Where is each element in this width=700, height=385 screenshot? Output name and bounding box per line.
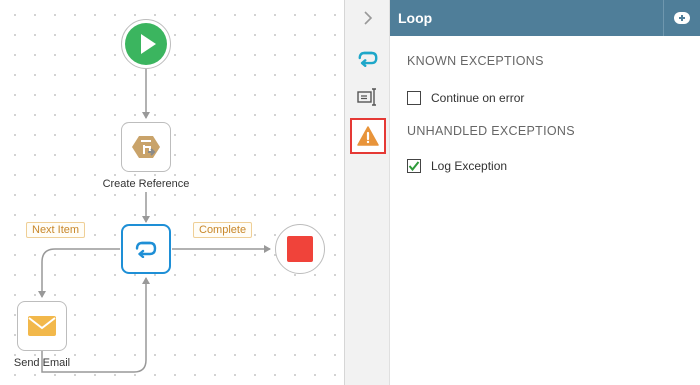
chevron-right-icon: [362, 11, 374, 25]
tab-exceptions[interactable]: [350, 118, 386, 154]
loop-icon: [134, 240, 158, 258]
play-icon: [124, 22, 168, 66]
add-button[interactable]: [663, 0, 700, 36]
stop-node[interactable]: [275, 224, 325, 274]
property-tab-rail: [345, 0, 390, 385]
next-item-path-label[interactable]: Next Item: [26, 222, 86, 238]
tab-loop-settings[interactable]: [350, 40, 386, 76]
collapse-panel-button[interactable]: [350, 0, 386, 36]
checkmark-icon: [408, 160, 420, 172]
panel-title: Loop: [398, 10, 433, 26]
send-email-label: Send Email: [13, 357, 71, 369]
create-reference-node[interactable]: [121, 122, 171, 172]
log-exception-label: Log Exception: [431, 159, 508, 173]
create-reference-label: Create Reference: [102, 178, 190, 190]
add-icon: [673, 11, 691, 25]
known-exceptions-heading: KNOWN EXCEPTIONS: [407, 54, 544, 68]
continue-on-error-checkbox[interactable]: [407, 91, 421, 105]
panel-header: Loop: [390, 0, 700, 36]
continue-on-error-label: Continue on error: [431, 91, 525, 105]
unhandled-exceptions-heading: UNHANDLED EXCEPTIONS: [407, 124, 575, 138]
log-exception-checkbox[interactable]: [407, 159, 421, 173]
tab-properties[interactable]: [350, 79, 386, 115]
warning-icon: [357, 126, 379, 146]
envelope-icon: [27, 315, 57, 337]
continue-on-error-option[interactable]: Continue on error: [407, 91, 524, 105]
loop-icon: [357, 50, 379, 67]
complete-path-label[interactable]: Complete: [193, 222, 253, 238]
connector-next-item: [38, 248, 120, 298]
start-node[interactable]: [121, 19, 171, 69]
loop-node[interactable]: [121, 224, 171, 274]
property-panel: Loop KNOWN EXCEPTIONS Continue on error …: [390, 0, 700, 385]
workflow-canvas[interactable]: Create Reference Next Item Complete Send…: [0, 0, 345, 385]
send-email-node[interactable]: [17, 301, 67, 351]
log-exception-option[interactable]: Log Exception: [407, 159, 507, 173]
text-field-icon: [357, 88, 379, 106]
stop-icon: [286, 235, 314, 263]
reference-icon: [130, 133, 162, 161]
